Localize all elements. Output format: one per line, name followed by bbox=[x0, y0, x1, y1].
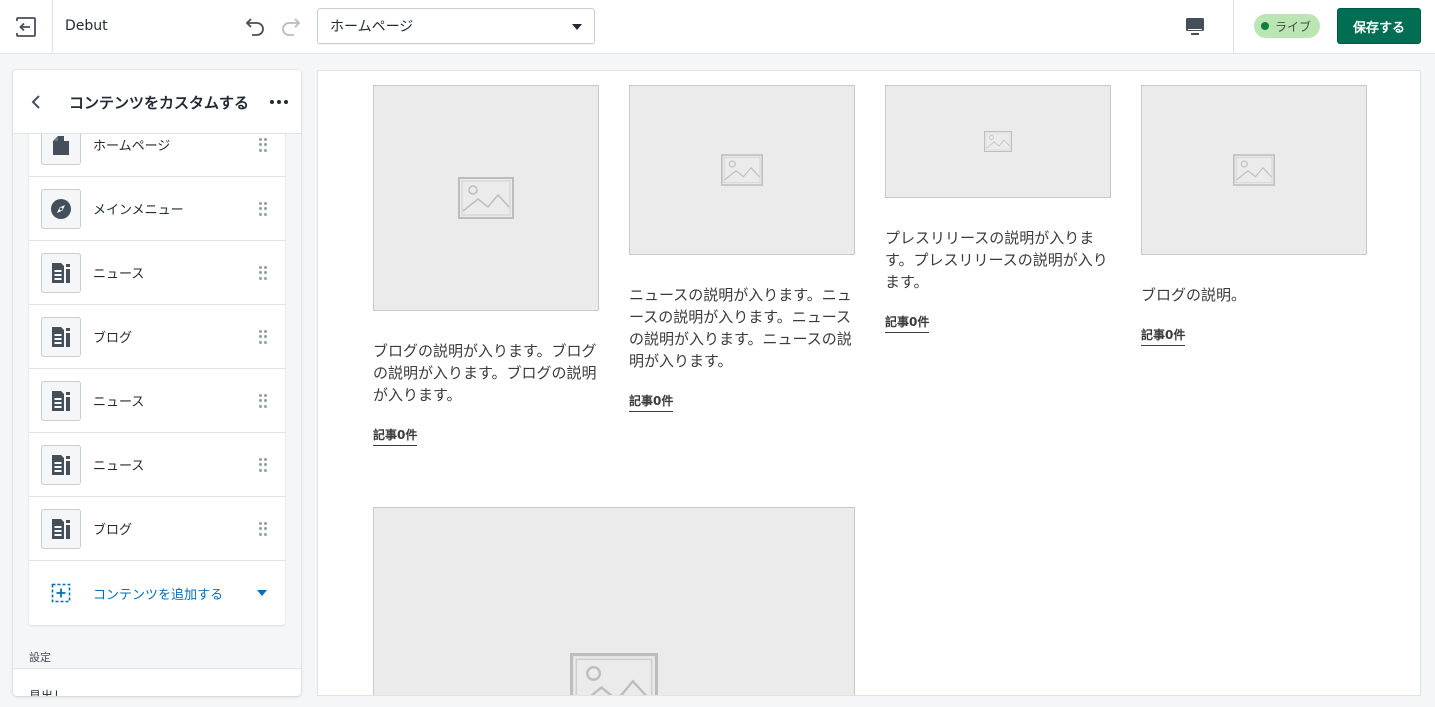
card-image-placeholder[interactable] bbox=[1141, 85, 1367, 255]
settings-panel: 見出し bbox=[13, 668, 301, 696]
add-content-label: コンテンツを追加する bbox=[93, 587, 224, 603]
theme-preview[interactable]: ブログの説明が入ります。ブログの説明が入ります。ブログの説明が入ります。 記事0… bbox=[317, 70, 1421, 696]
card-image-placeholder[interactable] bbox=[373, 85, 599, 311]
compass-icon bbox=[51, 198, 71, 219]
more-dot bbox=[270, 100, 274, 104]
live-status-badge: ライブ bbox=[1254, 14, 1321, 38]
card-description: ブログの説明。 bbox=[1141, 286, 1247, 304]
section-label: ニュース bbox=[93, 395, 145, 410]
redo-icon bbox=[282, 18, 301, 36]
save-button[interactable]: 保存する bbox=[1337, 8, 1421, 44]
heading-field-label: 見出し bbox=[29, 689, 66, 696]
card-image-placeholder[interactable] bbox=[373, 507, 855, 695]
top-bar: Debut ホームページ ライブ 保存する bbox=[0, 0, 1435, 54]
section-icon-frame bbox=[41, 316, 81, 357]
card-image-placeholder[interactable] bbox=[629, 85, 855, 255]
image-placeholder-icon bbox=[458, 177, 514, 219]
drag-handle-icon[interactable] bbox=[259, 138, 267, 152]
theme-name: Debut bbox=[65, 18, 108, 34]
article-count-link[interactable]: 記事0件 bbox=[1141, 326, 1186, 346]
drag-handle-icon[interactable] bbox=[259, 330, 267, 344]
caret-down-icon bbox=[257, 590, 267, 596]
section-item-main-menu[interactable]: メインメニュー bbox=[29, 177, 285, 241]
section-label: ホームページ bbox=[93, 139, 171, 154]
drag-handle-icon[interactable] bbox=[259, 394, 267, 408]
press-release-card: プレスリリースの説明が入ります。プレスリリースの説明が入ります。 記事0件 bbox=[885, 85, 1111, 333]
drag-handle-icon[interactable] bbox=[259, 202, 267, 216]
section-item-news[interactable]: ニュース bbox=[29, 241, 285, 305]
card-image-placeholder[interactable] bbox=[885, 85, 1111, 198]
section-item-blog[interactable]: ブログ bbox=[29, 305, 285, 369]
caret-down-icon bbox=[572, 24, 582, 30]
blog-icon bbox=[52, 454, 70, 475]
section-item-homepage[interactable]: ホームページ bbox=[29, 134, 285, 177]
add-section-icon bbox=[51, 583, 71, 603]
section-icon-frame bbox=[41, 380, 81, 421]
card-description: ニュースの説明が入ります。ニュースの説明が入ります。ニュースの説明が入ります。ニ… bbox=[629, 286, 852, 370]
sidebar-title: コンテンツをカスタムする bbox=[69, 94, 250, 112]
exit-icon bbox=[15, 17, 36, 37]
section-icon-frame bbox=[41, 508, 81, 549]
page-selector-value: ホームページ bbox=[330, 19, 414, 35]
blog-icon bbox=[52, 518, 70, 539]
blog-card: ブログの説明。 記事0件 bbox=[1141, 85, 1367, 346]
back-button[interactable] bbox=[25, 90, 49, 114]
customize-sidebar: コンテンツをカスタムする ホームページ メインメニュー ニュース ブログ ニュー… bbox=[13, 70, 301, 696]
blog-card: ブログの説明が入ります。ブログの説明が入ります。ブログの説明が入ります。 記事0… bbox=[373, 85, 599, 446]
bag-icon bbox=[53, 135, 69, 155]
section-label: ブログ bbox=[93, 523, 133, 538]
image-placeholder-icon bbox=[721, 154, 763, 186]
topbar-divider bbox=[1233, 0, 1234, 54]
add-content-button[interactable]: コンテンツを追加する bbox=[29, 561, 285, 625]
section-label: ニュース bbox=[93, 267, 145, 282]
more-actions-button[interactable] bbox=[267, 90, 291, 114]
section-icon-frame bbox=[41, 188, 81, 229]
section-item-news[interactable]: ニュース bbox=[29, 369, 285, 433]
undo-button[interactable] bbox=[241, 12, 269, 40]
page-selector[interactable]: ホームページ bbox=[317, 8, 595, 44]
desktop-icon bbox=[1186, 18, 1204, 35]
blog-icon bbox=[52, 262, 70, 283]
article-count-link[interactable]: 記事0件 bbox=[373, 426, 418, 446]
redo-button[interactable] bbox=[277, 12, 305, 40]
section-icon-frame bbox=[41, 444, 81, 485]
section-icon-frame bbox=[41, 252, 81, 293]
image-placeholder-icon bbox=[984, 131, 1012, 152]
drag-handle-icon[interactable] bbox=[259, 266, 267, 280]
device-preview-button[interactable] bbox=[1180, 12, 1210, 42]
large-image-card bbox=[373, 507, 855, 695]
article-count-link[interactable]: 記事0件 bbox=[629, 392, 674, 412]
image-placeholder-icon bbox=[570, 653, 658, 695]
undo-icon bbox=[245, 18, 264, 36]
drag-handle-icon[interactable] bbox=[259, 522, 267, 536]
sidebar-body[interactable]: ホームページ メインメニュー ニュース ブログ ニュース ニュース ブログ コン… bbox=[13, 134, 301, 696]
live-status-label: ライブ bbox=[1275, 19, 1312, 34]
article-count-link[interactable]: 記事0件 bbox=[885, 313, 930, 333]
blog-icon bbox=[52, 326, 70, 347]
exit-editor-button[interactable] bbox=[0, 0, 53, 54]
section-item-blog[interactable]: ブログ bbox=[29, 497, 285, 561]
settings-heading: 設定 bbox=[29, 651, 51, 664]
drag-handle-icon[interactable] bbox=[259, 458, 267, 472]
card-description: ブログの説明が入ります。ブログの説明が入ります。ブログの説明が入ります。 bbox=[373, 342, 597, 404]
chevron-left-icon bbox=[31, 95, 40, 109]
more-dot bbox=[284, 100, 288, 104]
status-dot-icon bbox=[1261, 22, 1269, 30]
section-item-news[interactable]: ニュース bbox=[29, 433, 285, 497]
section-icon-frame bbox=[41, 134, 81, 165]
image-placeholder-icon bbox=[1233, 154, 1275, 186]
sidebar-header: コンテンツをカスタムする bbox=[13, 70, 301, 134]
news-card: ニュースの説明が入ります。ニュースの説明が入ります。ニュースの説明が入ります。ニ… bbox=[629, 85, 855, 412]
sections-list: ホームページ メインメニュー ニュース ブログ ニュース ニュース ブログ コン… bbox=[29, 134, 285, 625]
section-label: ニュース bbox=[93, 459, 145, 474]
card-description: プレスリリースの説明が入ります。プレスリリースの説明が入ります。 bbox=[885, 229, 1108, 291]
blog-icon bbox=[52, 390, 70, 411]
section-label: メインメニュー bbox=[93, 203, 184, 218]
section-label: ブログ bbox=[93, 331, 133, 346]
more-dot bbox=[277, 100, 281, 104]
